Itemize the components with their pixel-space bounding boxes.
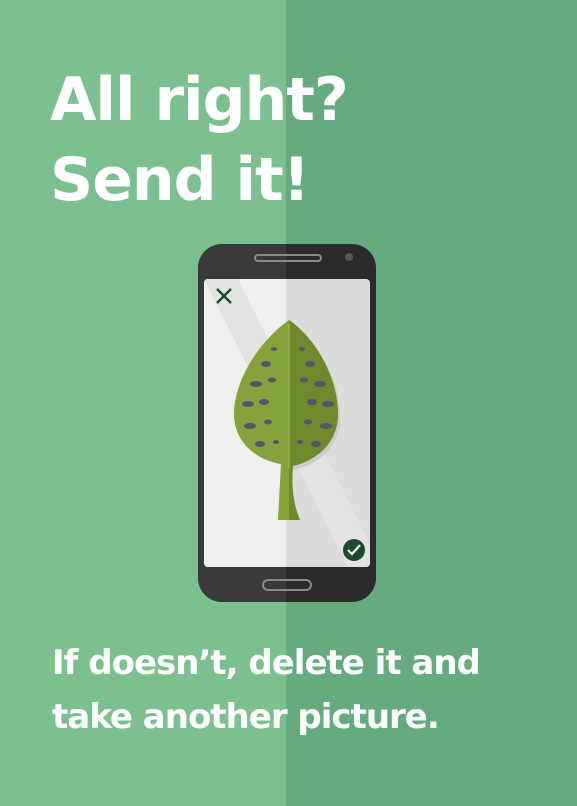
- instruction-line-2: take another picture.: [52, 697, 440, 737]
- close-icon[interactable]: [212, 286, 236, 310]
- instruction-text: If doesn’t, delete it and take another p…: [52, 636, 481, 744]
- check-icon[interactable]: [343, 539, 365, 561]
- phone-illustration: [198, 244, 376, 602]
- page-title: All right? Send it!: [50, 60, 349, 220]
- instruction-line-1: If doesn’t, delete it and: [52, 643, 481, 683]
- headline-line-2: Send it!: [50, 145, 310, 215]
- headline-line-1: All right?: [50, 65, 349, 135]
- phone-camera: [345, 253, 353, 261]
